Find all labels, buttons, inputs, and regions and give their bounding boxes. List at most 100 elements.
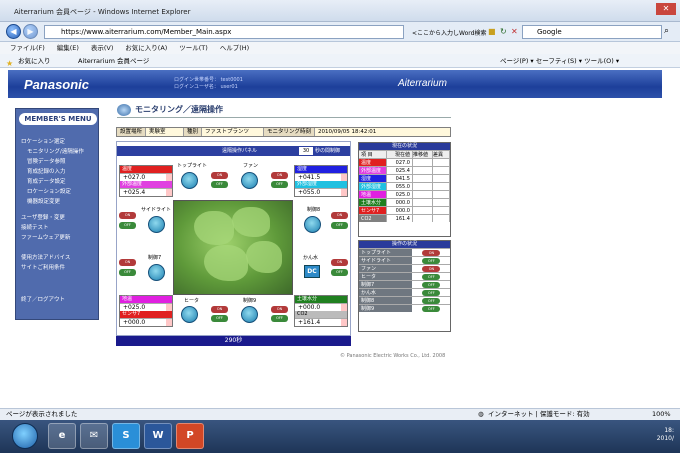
status-row-diff — [433, 167, 450, 174]
window-title: Aiterrarium 会員ページ - Windows Internet Exp… — [14, 8, 191, 16]
menu-favorites[interactable]: お気に入り(A) — [125, 44, 167, 52]
command-bar[interactable]: ページ(P) ▾ セーフティ(S) ▾ ツール(O) ▾ — [500, 54, 619, 68]
status-row-value: 025.0 — [387, 191, 413, 198]
ctrl8-knob[interactable] — [304, 216, 321, 233]
ctrl7-off-button[interactable]: OFF — [119, 269, 136, 276]
watering-off-button[interactable]: OFF — [331, 269, 348, 276]
ops-row-state-cell: OFF — [412, 289, 450, 296]
soil-water-value[interactable]: +000.0 — [295, 303, 347, 311]
dc-button[interactable]: DC — [304, 265, 320, 278]
ops-table-title: 操作の状況 — [359, 241, 450, 248]
browser-menubar: ファイル(F) 編集(E) 表示(V) お気に入り(A) ツール(T) ヘルプ(… — [0, 42, 680, 54]
ctrl7-on-button[interactable]: ON — [119, 259, 136, 266]
word-taskbar-button[interactable]: W — [144, 423, 172, 449]
members-menu: MEMBER'S MENU ロケーション選定 モニタリング/遠隔操作 冒険データ… — [15, 108, 99, 320]
ops-row-name: トップライト — [359, 249, 413, 256]
menu-tools[interactable]: ツール(T) — [179, 44, 208, 52]
interval-input[interactable]: 30 — [299, 147, 313, 155]
status-row-value: 000.0 — [387, 207, 413, 214]
heater-on-button[interactable]: ON — [211, 306, 228, 313]
status-table-title: 現在の状況 — [359, 143, 450, 150]
watering-on-button[interactable]: ON — [331, 259, 348, 266]
site-header: Panasonic ログイン世帯番号： test0001 ログインユーザ名： u… — [8, 70, 662, 98]
ie-taskbar-button[interactable]: e — [48, 423, 76, 449]
soil-temp-value[interactable]: +025.0 — [120, 303, 172, 311]
soil-water-block: 土壌水分 +000.0 CO2 +161.4 — [294, 295, 348, 327]
menu-item-location-settings[interactable]: ロケーション設定 — [27, 187, 71, 195]
ctrl8-on-button[interactable]: ON — [331, 212, 348, 219]
ctrl9-knob[interactable] — [241, 306, 258, 323]
menu-item-logout[interactable]: 終了／ログアウト — [21, 295, 65, 303]
sidelight-label: サイドライト — [141, 207, 172, 213]
menu-file[interactable]: ファイル(F) — [10, 44, 45, 52]
status-row-name: 外部湿度 — [359, 183, 387, 190]
ctrl9-off-button[interactable]: OFF — [271, 315, 288, 322]
status-row: センサ7 000.0 — [359, 206, 450, 214]
co2-value[interactable]: +161.4 — [295, 318, 347, 326]
close-icon[interactable]: ✕ — [656, 3, 676, 15]
skype-taskbar-button[interactable]: S — [112, 423, 140, 449]
menu-item-location-select[interactable]: ロケーション選定 — [21, 137, 65, 145]
fan-off-button[interactable]: OFF — [271, 181, 288, 188]
humidity-value[interactable]: +041.5 — [295, 173, 347, 181]
ops-row-state-cell: OFF — [412, 257, 450, 264]
humidity-block: 湿度 +041.5 外部湿度 +055.0 — [294, 165, 348, 197]
refresh-icon[interactable]: ↻ — [500, 27, 507, 36]
menu-item-usage-advice[interactable]: 使用方法アドバイス — [21, 253, 70, 261]
toplight-knob[interactable] — [181, 172, 198, 189]
heater-label: ヒータ — [184, 298, 200, 304]
search-scope[interactable]: <ここから入力しWord検索 — [412, 28, 486, 37]
sidelight-knob[interactable] — [148, 216, 165, 233]
menu-item-terms[interactable]: サイトご利用条件 — [21, 263, 65, 271]
menu-item-firmware[interactable]: ファームウェア更新 — [21, 233, 70, 241]
menu-item-user-reg[interactable]: ユーザ登録・変更 — [21, 213, 65, 221]
menu-help[interactable]: ヘルプ(H) — [220, 44, 249, 52]
ctrl9-on-button[interactable]: ON — [271, 306, 288, 313]
toplight-off-button[interactable]: OFF — [211, 181, 228, 188]
menu-edit[interactable]: 編集(E) — [57, 44, 79, 52]
info-row: 設置場所 実験室 種別 ファストプランツ モニタリング時刻 2010/09/05… — [116, 127, 451, 137]
sidelight-off-button[interactable]: OFF — [119, 222, 136, 229]
stop-icon[interactable]: ✕ — [511, 27, 518, 36]
menu-item-growth-settings[interactable]: 育成データ設定 — [27, 177, 66, 185]
heater-off-button[interactable]: OFF — [211, 315, 228, 322]
back-button[interactable]: ◀ — [6, 24, 21, 39]
sidelight-on-button[interactable]: ON — [119, 212, 136, 219]
ops-row: 制御8 OFF — [359, 296, 450, 304]
ext-temp-value[interactable]: +025.4 — [120, 188, 172, 196]
time-label: モニタリング時刻 — [264, 128, 316, 136]
url-input[interactable]: https://www.aiterrarium.com/Member_Main.… — [44, 25, 404, 39]
favorites-button[interactable]: お気に入り — [18, 54, 51, 68]
ops-row: 制御9 OFF — [359, 304, 450, 312]
menu-item-device-settings[interactable]: 機器設定変更 — [27, 197, 60, 205]
menu-item-data-ref[interactable]: 冒険データ参照 — [27, 157, 66, 165]
ext-humidity-value[interactable]: +055.0 — [295, 188, 347, 196]
ext-humidity-label: 外部湿度 — [295, 181, 347, 188]
sensor7-value[interactable]: +000.0 — [120, 318, 172, 326]
col-item: 項 目 — [359, 151, 387, 158]
product-logo: Aiterrarium — [398, 78, 447, 89]
menu-item-conn-test[interactable]: 接続テスト — [21, 223, 49, 231]
forward-button[interactable]: ▶ — [23, 24, 38, 39]
fan-on-button[interactable]: ON — [271, 172, 288, 179]
menu-view[interactable]: 表示(V) — [91, 44, 114, 52]
powerpoint-taskbar-button[interactable]: P — [176, 423, 204, 449]
mail-taskbar-button[interactable]: ✉ — [80, 423, 108, 449]
ops-row: かん水 OFF — [359, 288, 450, 296]
status-row-diff — [433, 215, 450, 222]
clock-time: 18: — [664, 427, 674, 434]
browser-tab[interactable]: Aiterrarium 会員ページ — [78, 54, 149, 68]
zoom-level[interactable]: 100% — [652, 409, 671, 420]
fan-knob[interactable] — [241, 172, 258, 189]
start-button[interactable] — [12, 423, 38, 449]
status-row-trend — [413, 191, 433, 198]
menu-item-growth-record[interactable]: 育成記録の入力 — [27, 167, 66, 175]
heater-knob[interactable] — [181, 306, 198, 323]
ctrl8-off-button[interactable]: OFF — [331, 222, 348, 229]
search-input[interactable]: Google — [522, 25, 662, 39]
toplight-on-button[interactable]: ON — [211, 172, 228, 179]
ctrl7-knob[interactable] — [148, 264, 165, 281]
temp-value[interactable]: +027.0 — [120, 173, 172, 181]
search-icon[interactable]: ⌕ — [664, 26, 669, 36]
menu-item-monitoring[interactable]: モニタリング/遠隔操作 — [27, 147, 84, 155]
